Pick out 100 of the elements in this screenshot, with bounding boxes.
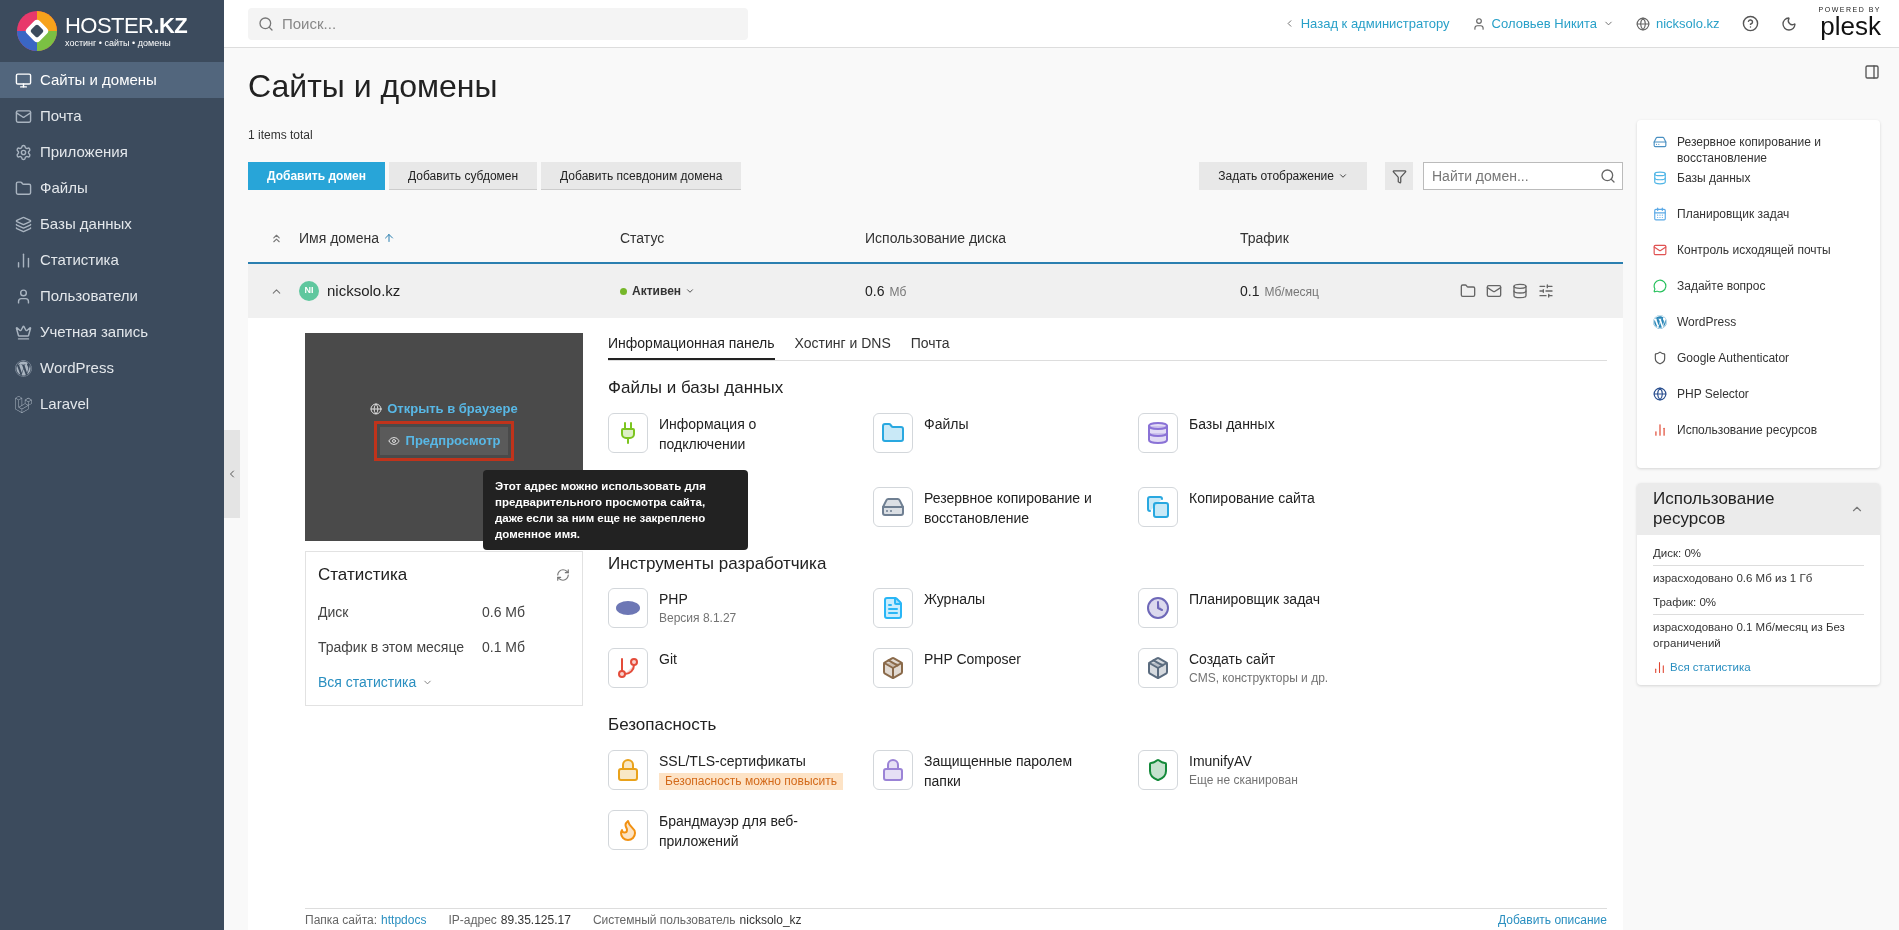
all-stats-link[interactable]: Вся статистика	[318, 671, 570, 693]
domain-name[interactable]: nicksolo.kz	[327, 279, 401, 303]
refresh-icon[interactable]	[556, 567, 570, 582]
quick-link[interactable]: Планировщик задач	[1677, 206, 1790, 222]
tool-link[interactable]: PHP Composer	[924, 649, 1021, 669]
tool-icon[interactable]	[873, 412, 913, 453]
sidebar-collapse-handle[interactable]	[224, 430, 240, 518]
tool-icon[interactable]	[873, 749, 913, 790]
tool-link[interactable]: Журналы	[924, 589, 986, 609]
sidebar-item[interactable]: Базы данных	[0, 206, 224, 242]
domain-row[interactable]: NI nicksolo.kz Активен 0.6 Мб 0.1 Мб/месяц	[248, 264, 1623, 318]
open-in-browser-link[interactable]: Открыть в браузере	[370, 399, 518, 419]
tool-link[interactable]: Создать сайт	[1189, 649, 1329, 669]
sidebar-item[interactable]: Почта	[0, 98, 224, 134]
sidebar-item[interactable]: Статистика	[0, 242, 224, 278]
section-title: Файлы и базы данных	[608, 377, 785, 399]
tool-link[interactable]: PHP	[659, 589, 737, 609]
tool-link[interactable]: Планировщик задач	[1189, 589, 1321, 609]
toolbar-button[interactable]: Добавить псевдоним домена	[541, 162, 742, 190]
nav-icon	[15, 107, 32, 125]
tool-link[interactable]: Копирование сайта	[1189, 487, 1315, 508]
stats-label: Трафик в этом месяце	[318, 637, 466, 657]
sidebar-item[interactable]: WordPress	[0, 350, 224, 386]
tool-link[interactable]: Резервное копирование и восстановление	[924, 487, 1104, 528]
quick-link[interactable]: Google Authenticator	[1677, 350, 1790, 366]
traffic-unit: Мб/месяц	[1264, 283, 1319, 301]
folder-link[interactable]: httpdocs	[381, 910, 427, 929]
quick-link[interactable]: PHP Selector	[1677, 386, 1749, 402]
stats-title: Статистика	[318, 564, 408, 586]
logo-tagline: хостинг • сайты • домены	[65, 37, 172, 49]
tool-icon[interactable]	[1138, 588, 1178, 628]
column-header[interactable]: Трафик	[1240, 227, 1440, 249]
tab[interactable]: Хостинг и DNS	[794, 333, 891, 360]
tool-link[interactable]: Защищенные паролем папки	[924, 750, 1104, 791]
calendar-icon	[1653, 207, 1667, 221]
chat-icon	[1653, 279, 1667, 293]
sidebar-item[interactable]: Файлы	[0, 170, 224, 206]
quick-link[interactable]: Резервное копирование и восстановление	[1677, 134, 1864, 166]
search-field[interactable]: Поиск...	[248, 7, 748, 40]
folder-icon[interactable]	[1460, 283, 1476, 299]
tool-link[interactable]: Брандмауэр для веб-приложений	[659, 810, 839, 851]
moon-icon[interactable]	[1780, 15, 1797, 32]
tool-link[interactable]: Файлы	[924, 413, 969, 434]
tool-icon[interactable]	[1138, 486, 1178, 527]
quick-link[interactable]: Базы данных	[1677, 170, 1751, 186]
resource-text: Трафик: 0%	[1653, 590, 1864, 615]
disk-value: 0.6	[865, 281, 885, 301]
resources-title: Использование ресурсов	[1653, 489, 1776, 529]
tool-link[interactable]: Информация о подключении	[659, 413, 839, 454]
tool-icon[interactable]	[1138, 648, 1178, 688]
tool-icon[interactable]	[1138, 412, 1178, 453]
status-dropdown[interactable]: Активен	[632, 282, 696, 300]
mail-icon[interactable]	[1486, 283, 1502, 299]
tool-icon[interactable]	[608, 809, 648, 850]
sidebar-item[interactable]: Пользователи	[0, 278, 224, 314]
column-header[interactable]: Статус	[620, 227, 865, 249]
view-dropdown[interactable]: Задать отображение	[1199, 162, 1367, 190]
tool-icon[interactable]	[608, 749, 648, 790]
add-description-link[interactable]: Добавить описание	[1498, 910, 1607, 929]
sidebar-item[interactable]: Сайты и домены	[0, 62, 224, 98]
resource-text: израсходовано 0.6 Мб из 1 Гб	[1653, 571, 1814, 586]
sidebar-item[interactable]: Приложения	[0, 134, 224, 170]
quick-link[interactable]: Задайте вопрос	[1677, 278, 1766, 294]
quick-link[interactable]: Контроль исходящей почты	[1677, 242, 1831, 258]
help-icon[interactable]	[1741, 15, 1759, 32]
panel-toggle-icon[interactable]	[1864, 64, 1880, 80]
quick-link[interactable]: Использование ресурсов	[1677, 422, 1818, 438]
tool-link[interactable]: Базы данных	[1189, 413, 1275, 434]
stats-value: 0.6 Мб	[482, 602, 526, 622]
tool-icon[interactable]	[873, 588, 913, 628]
stats-label: Диск	[318, 602, 350, 622]
database-icon[interactable]	[1512, 283, 1528, 299]
globe-icon	[370, 403, 383, 415]
nav-icon	[15, 287, 32, 305]
domain-search-field[interactable]: Найти домен...	[1423, 162, 1623, 190]
tool-icon[interactable]	[873, 486, 913, 527]
sidebar-item[interactable]: Laravel	[0, 386, 224, 422]
tool-icon[interactable]	[873, 648, 913, 688]
sort-arrow-icon	[383, 232, 396, 244]
search-icon	[1600, 168, 1616, 184]
tool-icon[interactable]	[1138, 749, 1178, 790]
quick-link[interactable]: WordPress	[1677, 314, 1737, 330]
tool-link[interactable]: SSL/TLS-сертификаты	[659, 750, 839, 771]
drive-icon	[1653, 135, 1667, 149]
column-header[interactable]: Использование диска	[865, 227, 1240, 249]
nav-icon	[15, 359, 32, 377]
all-stats-link[interactable]: Вся статистика	[1670, 659, 1751, 675]
column-header[interactable]: Имя домена	[299, 227, 620, 249]
tab[interactable]: Информационная панель	[608, 333, 775, 360]
toolbar-button[interactable]: Добавить субдомен	[389, 162, 538, 190]
sliders-icon[interactable]	[1538, 283, 1554, 299]
stats-value: 0.1 Мб	[482, 637, 526, 657]
tool-link[interactable]: ImunifyAV	[1189, 750, 1298, 771]
section-title: Инструменты разработчика	[608, 552, 828, 575]
tool-link[interactable]: Git	[659, 649, 677, 669]
tool-icon[interactable]	[608, 588, 648, 628]
tab[interactable]: Почта	[910, 333, 950, 360]
tool-icon[interactable]	[608, 648, 648, 688]
filter-button[interactable]	[1385, 162, 1413, 190]
sidebar-item[interactable]: Учетная запись	[0, 314, 224, 350]
